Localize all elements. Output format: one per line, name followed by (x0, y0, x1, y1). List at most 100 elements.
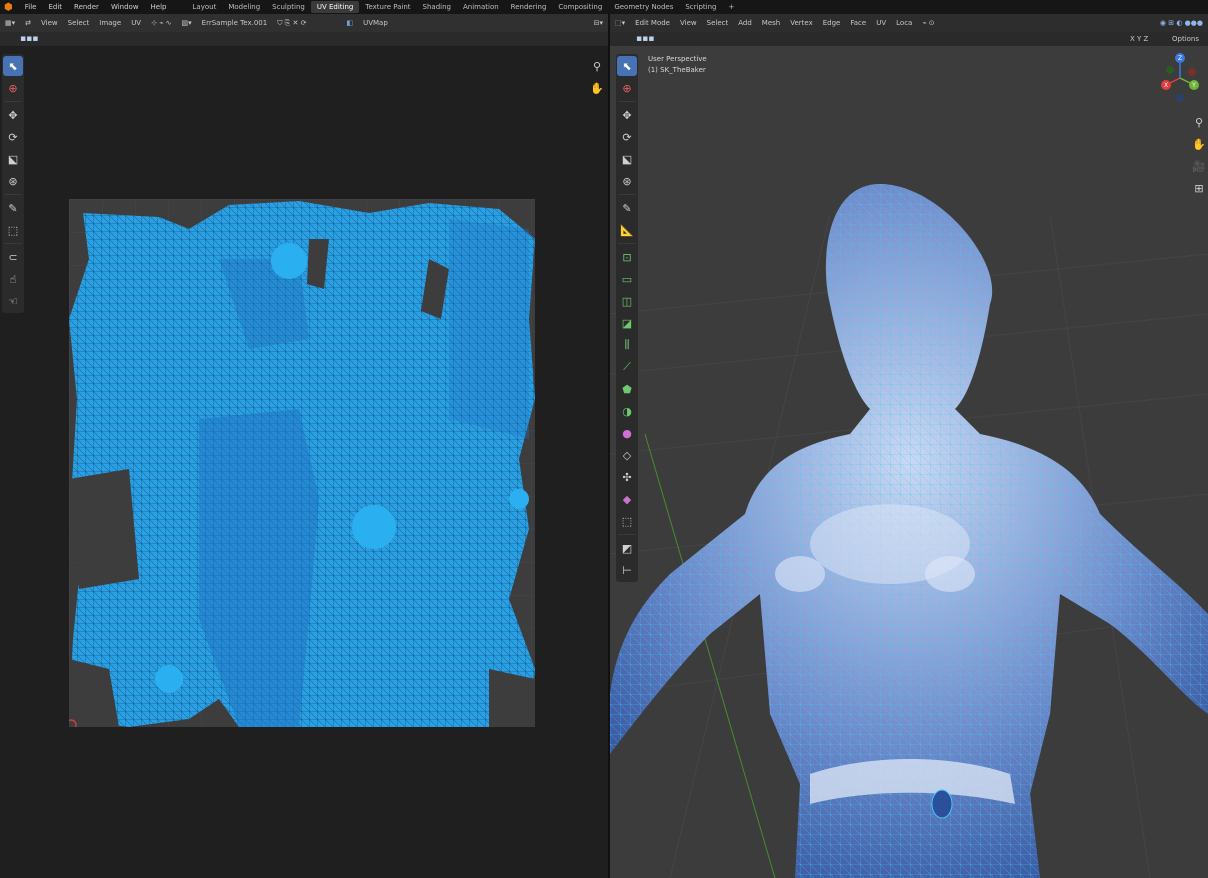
menu-window[interactable]: Window (105, 3, 145, 11)
overlay-icons[interactable]: ◉ ⊞ ◐ ●●● (1155, 19, 1208, 27)
tab-uv-editing[interactable]: UV Editing (310, 1, 360, 13)
uv-select-mode-bar: ▪▪▪ (0, 32, 608, 46)
annotate-icon[interactable]: ✎ (3, 198, 23, 218)
tab-modeling[interactable]: Modeling (222, 1, 266, 13)
tab-geometry-nodes[interactable]: Geometry Nodes (608, 1, 679, 13)
shrink-icon[interactable]: ✣ (617, 467, 637, 487)
move-icon[interactable]: ✥ (3, 105, 23, 125)
rip-region-icon[interactable]: ⬚ (617, 511, 637, 531)
cursor-icon[interactable]: ⊕ (3, 78, 23, 98)
zoom-icon[interactable]: ⚲ (587, 56, 607, 76)
inset-icon[interactable]: ◫ (617, 291, 637, 311)
uv-menu-uv[interactable]: UV (126, 19, 146, 27)
rotate-icon-3d[interactable]: ⟳ (617, 127, 637, 147)
uv-editor-menu-icon[interactable]: ⊟▾ (589, 19, 608, 27)
workspace-tabs: Layout Modeling Sculpting UV Editing Tex… (187, 1, 741, 13)
select-box-icon-3d[interactable]: ⬉ (617, 56, 637, 76)
tab-compositing[interactable]: Compositing (552, 1, 608, 13)
pivot-icon[interactable]: ⊹ ⌁ ∿ (146, 19, 176, 27)
perspective-label: User Perspective (648, 55, 707, 63)
vp-menu-select[interactable]: Select (702, 19, 734, 27)
transform-orientation[interactable]: Loca (891, 19, 917, 27)
uv-toolbar: ⬉ ⊕ ✥ ⟳ ⬕ ⊛ ✎ ⬚ ⊂ ☝ ☜ (2, 54, 24, 313)
uv-menu-select[interactable]: Select (63, 19, 95, 27)
select-mode-icons-3d[interactable]: ▪▪▪ (636, 34, 654, 44)
shear-icon[interactable]: ◆ (617, 489, 637, 509)
pan-hand-icon[interactable]: ✋ (587, 78, 607, 98)
tab-sculpting[interactable]: Sculpting (266, 1, 311, 13)
image-actions-icon[interactable]: ⛉ ⎘ ✕ ⟳ (272, 19, 311, 28)
smooth-icon[interactable]: ● (617, 423, 637, 443)
image-browse-icon[interactable]: ▧▾ (177, 19, 197, 27)
viewport-scene (610, 14, 1208, 878)
navigation-gizmo[interactable]: X Y Z (1158, 52, 1204, 106)
proportional-icon[interactable]: ◩ (617, 538, 637, 558)
annotate-icon-3d[interactable]: ✎ (617, 198, 637, 218)
measure-icon[interactable]: 📐 (617, 220, 637, 240)
editor-type-icon-3d[interactable]: ⬚▾ (610, 19, 630, 27)
vp-menu-mesh[interactable]: Mesh (757, 19, 785, 27)
grab-icon[interactable]: ⊂ (3, 247, 23, 267)
uv-navigation: ⚲ ✋ (586, 54, 606, 100)
tab-texture-paint[interactable]: Texture Paint (359, 1, 416, 13)
tab-scripting[interactable]: Scripting (679, 1, 722, 13)
add-workspace-button[interactable]: + (723, 1, 741, 13)
move-icon-3d[interactable]: ✥ (617, 105, 637, 125)
transform-icon-3d[interactable]: ⊛ (617, 171, 637, 191)
menu-help[interactable]: Help (145, 3, 173, 11)
bevel-icon[interactable]: ◪ (617, 313, 637, 333)
add-cube-icon[interactable]: ⊡ (617, 247, 637, 267)
main-menu: File Edit Render Window Help (19, 3, 173, 11)
perspective-toggle-icon[interactable]: ⊞ (1189, 178, 1208, 198)
rip-icon[interactable]: ⬚ (3, 220, 23, 240)
sync-selection-icon[interactable]: ⇄ (20, 19, 36, 27)
camera-icon[interactable]: 🎥 (1189, 156, 1208, 176)
vp-menu-uv[interactable]: UV (871, 19, 891, 27)
vp-menu-view[interactable]: View (675, 19, 702, 27)
uv-menu-view[interactable]: View (36, 19, 63, 27)
tab-layout[interactable]: Layout (187, 1, 223, 13)
vp-menu-face[interactable]: Face (845, 19, 871, 27)
menu-file[interactable]: File (19, 3, 43, 11)
relax-icon[interactable]: ☝ (3, 269, 23, 289)
spin-icon[interactable]: ◑ (617, 401, 637, 421)
loop-cut-icon[interactable]: ⫼ (617, 335, 637, 355)
blender-logo-icon[interactable]: ⬢ (0, 2, 15, 13)
pinch-icon[interactable]: ☜ (3, 291, 23, 311)
snap-icon[interactable]: ⌁ ⊙ (917, 19, 939, 27)
mode-selector[interactable]: Edit Mode (630, 19, 675, 27)
tab-rendering[interactable]: Rendering (505, 1, 553, 13)
tab-animation[interactable]: Animation (457, 1, 505, 13)
tab-shading[interactable]: Shading (417, 1, 457, 13)
editor-type-icon[interactable]: ▦▾ (0, 19, 20, 27)
vp-menu-vertex[interactable]: Vertex (785, 19, 818, 27)
transform-icon[interactable]: ⊛ (3, 171, 23, 191)
cursor-icon-3d[interactable]: ⊕ (617, 78, 637, 98)
gizmo-z-label: Z (1178, 55, 1182, 62)
uv-menu-image[interactable]: Image (94, 19, 126, 27)
edge-slide-icon[interactable]: ◇ (617, 445, 637, 465)
mirror-axes[interactable]: X Y Z (1130, 35, 1148, 43)
menu-render[interactable]: Render (68, 3, 105, 11)
scale-icon-3d[interactable]: ⬕ (617, 149, 637, 169)
image-name-field[interactable]: ErrSample Tex.001 (197, 19, 273, 27)
scale-icon[interactable]: ⬕ (3, 149, 23, 169)
zoom-icon-3d[interactable]: ⚲ (1189, 112, 1208, 132)
3d-viewport[interactable]: ⬚▾ Edit Mode View Select Add Mesh Vertex… (610, 14, 1208, 878)
vp-menu-add[interactable]: Add (733, 19, 757, 27)
extrude-icon[interactable]: ▭ (617, 269, 637, 289)
knife-icon[interactable]: ⟋ (617, 357, 637, 377)
select-box-icon[interactable]: ⬉ (3, 56, 23, 76)
uv-map-icon[interactable]: ◧ (341, 19, 358, 27)
rotate-icon[interactable]: ⟳ (3, 127, 23, 147)
poly-build-icon[interactable]: ⬟ (617, 379, 637, 399)
vp-menu-edge[interactable]: Edge (818, 19, 846, 27)
measure-ruler-icon[interactable]: ⊢ (617, 560, 637, 580)
pan-hand-icon-3d[interactable]: ✋ (1189, 134, 1208, 154)
options-dropdown[interactable]: Options (1172, 35, 1199, 43)
menu-edit[interactable]: Edit (42, 3, 68, 11)
select-mode-icons[interactable]: ▪▪▪ (20, 34, 38, 44)
uv-editor-header: ▦▾ ⇄ View Select Image UV ⊹ ⌁ ∿ ▧▾ ErrSa… (0, 14, 608, 32)
uv-layout-canvas[interactable] (69, 199, 535, 727)
uv-map-name[interactable]: UVMap (358, 19, 393, 27)
